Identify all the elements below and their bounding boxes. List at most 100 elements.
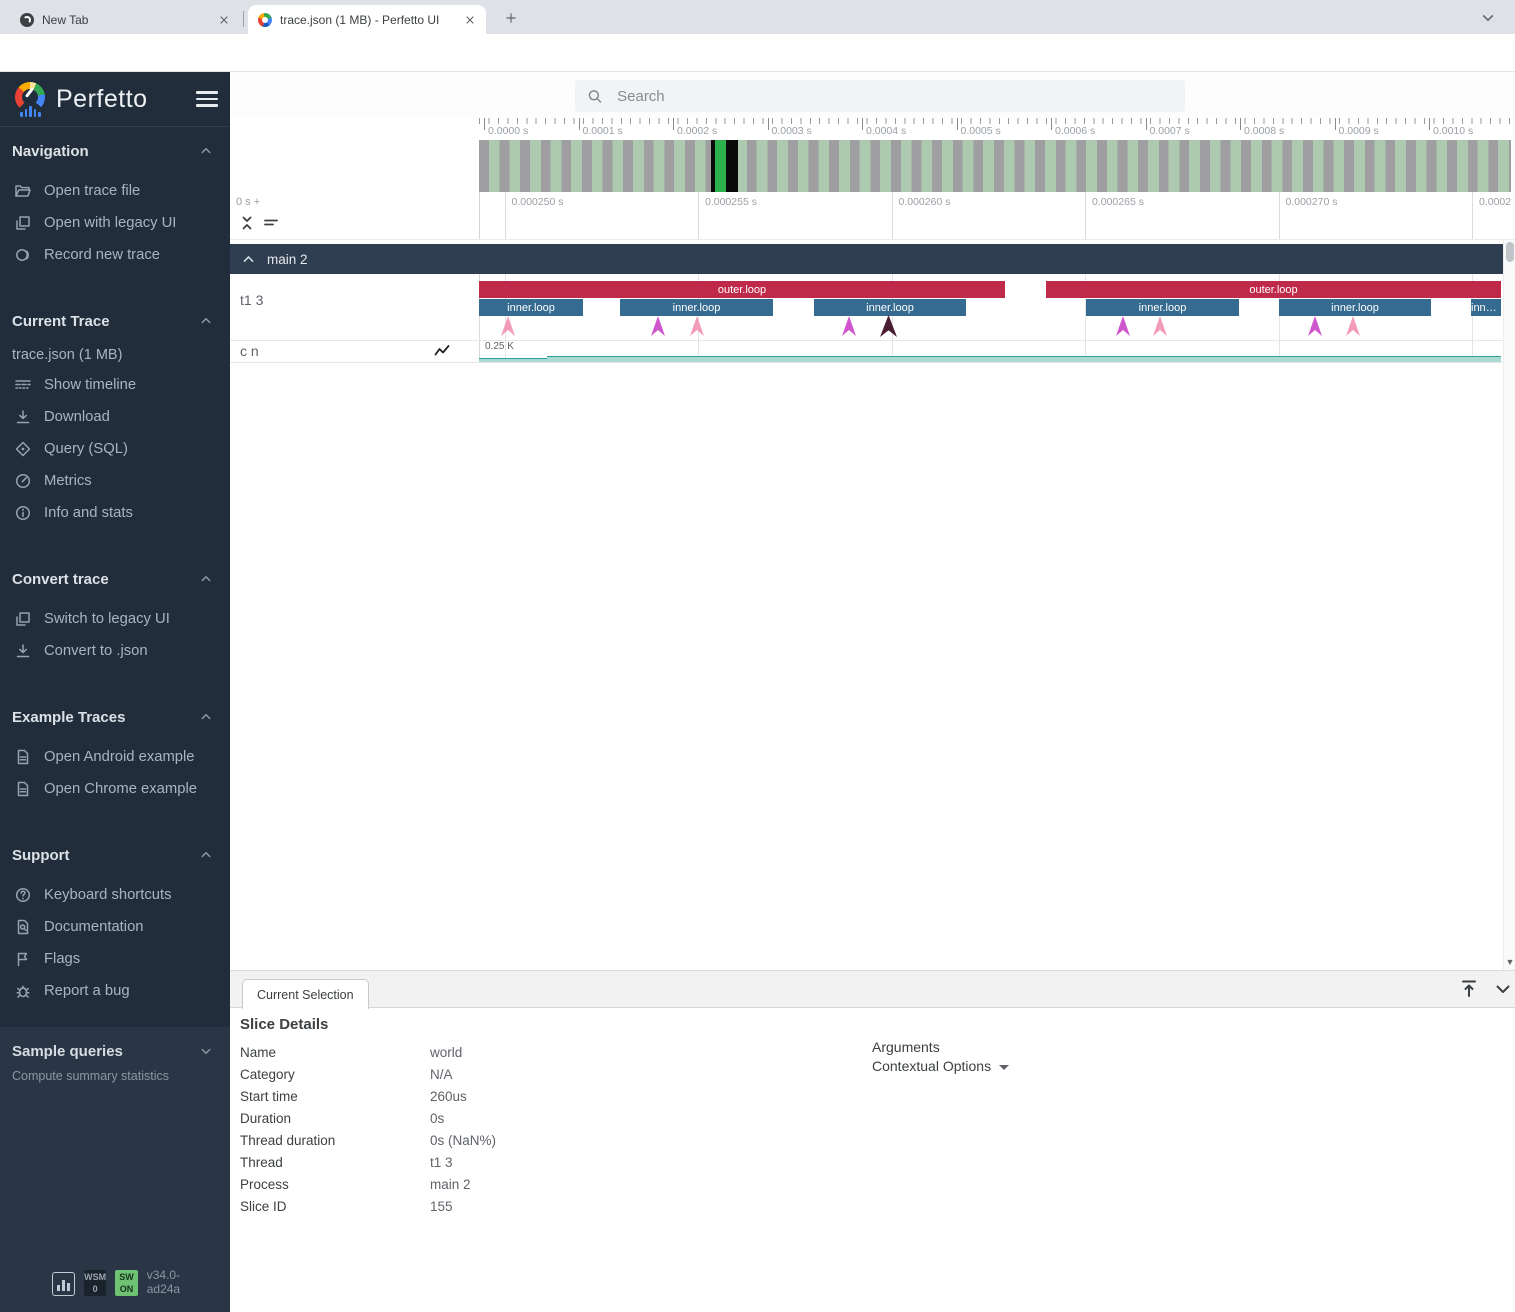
section-header[interactable]: Sample queries xyxy=(12,1041,218,1061)
sidebar-item-keyboard-shortcuts[interactable]: Keyboard shortcuts xyxy=(12,879,218,911)
search-box[interactable] xyxy=(575,80,1185,112)
instant-marker[interactable] xyxy=(651,316,665,336)
sidebar-footer: WSM0 SWON v34.0-ad24a xyxy=(12,1268,218,1302)
chevron-down-icon xyxy=(200,1045,212,1057)
browser-tab-perfetto[interactable]: trace.json (1 MB) - Perfetto UI xyxy=(248,5,486,34)
counter-track-name: c n xyxy=(240,343,259,359)
detail-value: world xyxy=(430,1045,462,1060)
sidebar-item-flags[interactable]: Flags xyxy=(12,943,218,975)
sidebar-item-query-sql[interactable]: Query (SQL) xyxy=(12,433,218,465)
tab-current-selection[interactable]: Current Selection xyxy=(242,979,369,1009)
instant-marker[interactable] xyxy=(1116,316,1130,336)
process-name: main 2 xyxy=(267,252,308,267)
detail-row: Slice ID155 xyxy=(240,1195,840,1217)
instant-marker[interactable] xyxy=(842,316,856,336)
sidebar-item-convert-json[interactable]: Convert to .json xyxy=(12,635,218,667)
collapse-panel-down-icon[interactable] xyxy=(1492,978,1514,1000)
section-header[interactable]: Convert trace xyxy=(12,569,218,589)
sidebar-item-chrome-example[interactable]: Open Chrome example xyxy=(12,773,218,805)
menu-hamburger-icon[interactable] xyxy=(196,91,218,107)
sidebar-item-open-trace-file[interactable]: Open trace file xyxy=(12,175,218,207)
tab-close-icon[interactable] xyxy=(218,14,230,26)
detail-value: N/A xyxy=(430,1067,453,1082)
sidebar-item-switch-legacy[interactable]: Switch to legacy UI xyxy=(12,603,218,635)
detail-row: Thread duration0s (NaN%) xyxy=(240,1129,840,1151)
sidebar-item-report-bug[interactable]: Report a bug xyxy=(12,975,218,1007)
instant-marker[interactable] xyxy=(1153,316,1167,336)
section-header[interactable]: Current Trace xyxy=(12,311,218,331)
tab-search-chevron-icon[interactable] xyxy=(1481,11,1495,25)
slice-outer-loop[interactable]: outer.loop xyxy=(479,281,1005,298)
sidebar-item-record-trace[interactable]: Record new trace xyxy=(12,239,218,271)
gutter-divider xyxy=(479,192,480,240)
track-canvas[interactable]: main 2 t1 3 c n 0.25 K outer.loopouter.l… xyxy=(230,240,1515,970)
tab-title: trace.json (1 MB) - Perfetto UI xyxy=(280,13,456,27)
scroll-down-arrow-icon[interactable]: ▼ xyxy=(1505,956,1515,968)
detail-label: Thread xyxy=(240,1155,430,1170)
overview-minimap[interactable] xyxy=(479,140,1511,192)
slice-inner-loop[interactable]: inner.loop xyxy=(620,299,773,316)
counter-value-area[interactable] xyxy=(479,358,547,362)
slice-inner-loop[interactable]: inner.loop xyxy=(1279,299,1431,316)
new-tab-button[interactable] xyxy=(500,7,522,29)
sidebar-item-show-timeline[interactable]: Show timeline xyxy=(12,369,218,401)
thread-track-name: t1 3 xyxy=(240,292,263,308)
chart-stats-icon[interactable] xyxy=(52,1272,75,1296)
slice-inner-loop[interactable]: inner.loop xyxy=(814,299,966,316)
slice-details-table: NameworldCategoryN/AStart time260usDurat… xyxy=(240,1041,840,1217)
chevron-up-icon xyxy=(242,253,255,266)
timeline-overview[interactable]: 0.0000 s0.0001 s0.0002 s0.0003 s0.0004 s… xyxy=(230,118,1515,192)
arguments-title: Arguments xyxy=(872,1039,940,1055)
search-input[interactable] xyxy=(617,88,1173,105)
sidebar-item-compute-summary[interactable]: Compute summary statistics xyxy=(12,1069,218,1083)
browser-tab-newtab[interactable]: New Tab xyxy=(10,5,240,34)
ruler-tick-label: 0.0005 s xyxy=(961,125,1001,137)
viewport-window[interactable] xyxy=(715,140,726,192)
ruler-tick xyxy=(768,118,769,130)
sidebar-item-metrics[interactable]: Metrics xyxy=(12,465,218,497)
section-header[interactable]: Support xyxy=(12,845,218,865)
document-search-icon xyxy=(14,918,32,936)
browser-toolbar: ui.perfetto.dev/#!/viewer?local_cache_ke… xyxy=(0,34,1515,72)
slice-outer-loop[interactable]: outer.loop xyxy=(1046,281,1501,298)
slice-inner-loop[interactable]: inner.loop xyxy=(1471,299,1501,316)
speedometer-icon xyxy=(14,472,32,490)
counter-value-area[interactable] xyxy=(547,356,1501,362)
scrollbar-thumb[interactable] xyxy=(1506,242,1514,262)
instant-marker[interactable] xyxy=(501,316,515,336)
sidebar-item-info-stats[interactable]: Info and stats xyxy=(12,497,218,529)
ruler-tick-label: 0.0002 s xyxy=(677,125,717,137)
slice-label: inner.loop xyxy=(1139,302,1187,314)
track-sort-icon[interactable] xyxy=(262,214,280,232)
perfetto-favicon-icon xyxy=(258,13,272,27)
contextual-options-dropdown[interactable]: Contextual Options xyxy=(872,1058,1009,1074)
flag-icon xyxy=(14,950,32,968)
expand-panel-up-icon[interactable] xyxy=(1458,978,1480,1000)
ruler-tick-label: 0.0003 s xyxy=(772,125,812,137)
vertical-scrollbar[interactable]: ▼ xyxy=(1503,240,1515,970)
sidebar-item-download[interactable]: Download xyxy=(12,401,218,433)
counter-graph-icon[interactable] xyxy=(433,342,451,360)
tab-close-icon[interactable] xyxy=(464,14,476,26)
collapse-tracks-icon[interactable] xyxy=(238,214,256,232)
sidebar-item-documentation[interactable]: Documentation xyxy=(12,911,218,943)
slice-inner-loop[interactable]: inner.loop xyxy=(1086,299,1239,316)
ruler-tick xyxy=(1335,118,1336,130)
slice-inner-loop[interactable]: inner.loop xyxy=(479,299,583,316)
ruler-tick xyxy=(1051,118,1052,130)
grid-line xyxy=(1085,192,1086,240)
time-ruler: 0.0000 s0.0001 s0.0002 s0.0003 s0.0004 s… xyxy=(479,118,1511,140)
ruler-tick xyxy=(579,118,580,130)
details-panel: Current Selection Slice Details Nameworl… xyxy=(230,970,1515,1312)
section-header[interactable]: Example Traces xyxy=(12,707,218,727)
viewport-handle[interactable] xyxy=(711,140,738,192)
sidebar-item-open-legacy-ui[interactable]: Open with legacy UI xyxy=(12,207,218,239)
section-header[interactable]: Navigation xyxy=(12,141,218,161)
instant-marker-selected[interactable] xyxy=(880,315,897,337)
instant-marker[interactable] xyxy=(690,316,704,336)
instant-marker[interactable] xyxy=(1308,316,1322,336)
panel-drag-handle[interactable] xyxy=(230,970,1515,1008)
instant-marker[interactable] xyxy=(1346,316,1360,336)
process-group-header[interactable]: main 2 xyxy=(230,244,1503,274)
sidebar-item-android-example[interactable]: Open Android example xyxy=(12,741,218,773)
